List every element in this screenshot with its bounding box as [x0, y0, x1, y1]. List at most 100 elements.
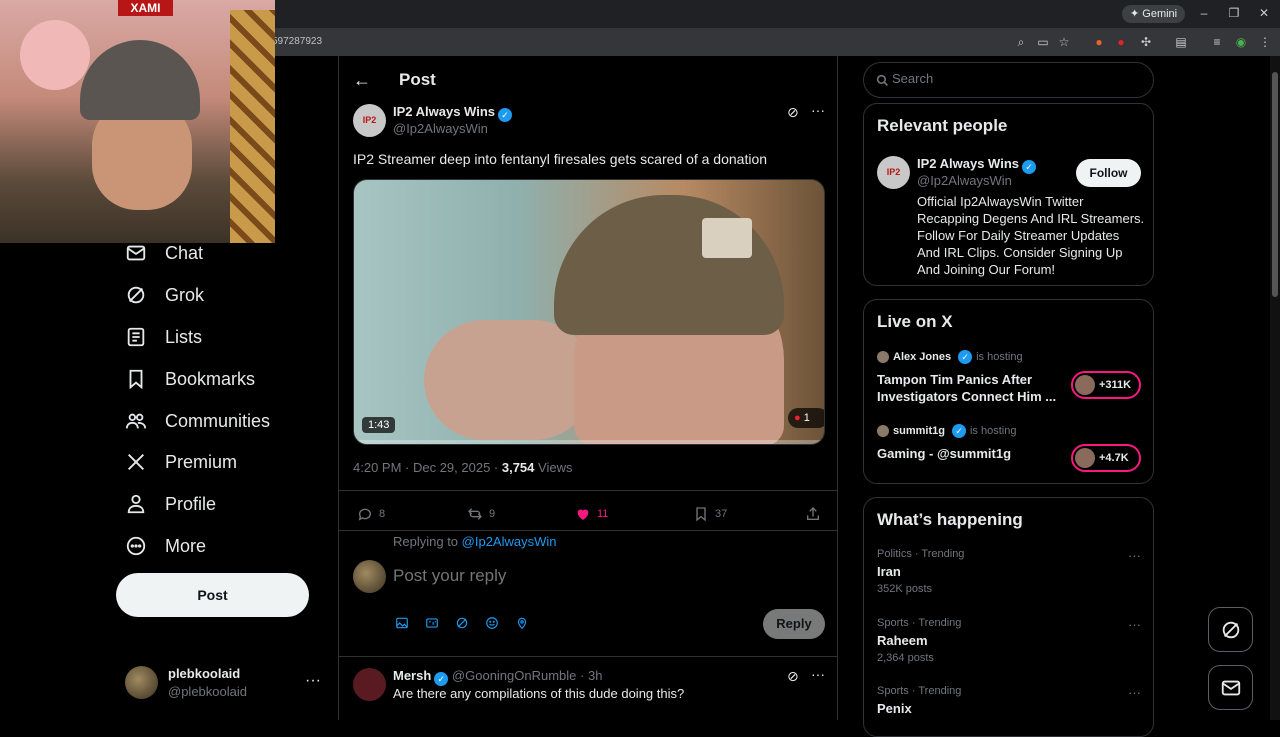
messages-fab[interactable] — [1208, 665, 1253, 710]
zoom-icon[interactable]: ⌕ — [1014, 35, 1028, 49]
divider — [339, 490, 837, 491]
author-avatar[interactable]: IP2 — [353, 104, 386, 137]
live-listener-pill[interactable]: +4.7K — [1071, 444, 1141, 472]
nav-bookmarks[interactable]: Bookmarks — [125, 364, 255, 394]
extension-icon[interactable]: ● — [1114, 35, 1128, 49]
nav-more[interactable]: More — [125, 531, 206, 561]
bookmark-count: 37 — [715, 508, 728, 520]
reply-count: 8 — [379, 508, 386, 520]
more-icon[interactable]: ··· — [1128, 548, 1141, 563]
back-arrow-icon[interactable]: ← — [353, 70, 371, 91]
trend-item[interactable]: Sports · Trending Penix ··· — [877, 685, 1147, 737]
scrollbar[interactable] — [1270, 56, 1280, 720]
grok-icon[interactable]: ⊘ — [787, 668, 799, 685]
live-viewers-badge: ● 1 — [788, 408, 824, 428]
kebab-menu-icon[interactable]: ⋮ — [1258, 35, 1272, 49]
author-handle[interactable]: @Ip2AlwaysWin — [393, 121, 488, 136]
more-icon[interactable]: ··· — [1128, 685, 1141, 700]
avatar[interactable]: IP2 — [877, 156, 910, 189]
reply-action[interactable]: 8 — [357, 503, 385, 525]
share-action[interactable] — [805, 503, 821, 525]
nav-premium[interactable]: Premium — [125, 447, 237, 477]
gemini-button[interactable]: ✦ Gemini — [1122, 5, 1186, 23]
comment-author-name[interactable]: Mersh — [393, 668, 431, 683]
live-title[interactable]: Tampon Tim Panics After Investigators Co… — [877, 371, 1057, 405]
post-timestamp[interactable]: 4:20 PM · Dec 29, 2025 · — [353, 460, 502, 475]
verified-icon: ✓ — [498, 108, 512, 122]
image-icon[interactable] — [395, 616, 409, 630]
repost-action[interactable]: 9 — [467, 503, 495, 525]
nav-label: Communities — [165, 410, 271, 431]
streamer-beanie — [80, 40, 200, 120]
like-action[interactable]: 11 — [575, 503, 608, 525]
sidepanel-icon[interactable]: ▤ — [1174, 35, 1188, 49]
scrollbar-thumb[interactable] — [1272, 72, 1278, 297]
video-progress-bar[interactable] — [354, 440, 824, 444]
live-host[interactable]: summit1g ✓ is hosting — [877, 424, 1016, 438]
view-count: 3,754 — [501, 460, 535, 475]
search-input[interactable] — [892, 71, 1132, 86]
comment-author[interactable]: Mersh ✓ @GooningOnRumble · 3h — [393, 668, 602, 686]
account-switcher[interactable]: plebkoolaid @plebkoolaid ··· — [125, 664, 325, 700]
live-title[interactable]: Gaming - @summit1g — [877, 445, 1057, 462]
more-icon[interactable]: ··· — [811, 102, 825, 118]
trend-item[interactable]: Sports · Trending Raheem 2,364 posts ··· — [877, 617, 1147, 669]
reply-input[interactable] — [393, 566, 753, 586]
live-listener-pill[interactable]: +311K — [1071, 371, 1141, 399]
grok-fab[interactable] — [1208, 607, 1253, 652]
nav-communities[interactable]: Communities — [125, 406, 270, 436]
replying-to-handle[interactable]: @Ip2AlwaysWin — [462, 534, 557, 549]
live-host[interactable]: Alex Jones ✓ is hosting — [877, 350, 1023, 364]
comment-text: Are there any compilations of this dude … — [393, 686, 685, 701]
card-title: Live on X — [877, 312, 953, 331]
restore-icon[interactable]: ❐ — [1227, 6, 1241, 20]
hosting-label: is hosting — [976, 351, 1023, 363]
verified-icon: ✓ — [1022, 160, 1036, 174]
nav-grok[interactable]: Grok — [125, 280, 204, 310]
trend-topic: Iran — [877, 564, 901, 579]
trend-posts: 352K posts — [877, 583, 933, 595]
grok-icon[interactable] — [455, 616, 469, 630]
avatar[interactable] — [353, 668, 386, 701]
nav-label: More — [165, 535, 207, 556]
nav-profile[interactable]: Profile — [125, 489, 216, 519]
address-bar[interactable]: 597287923 — [272, 36, 322, 47]
author-name[interactable]: IP2 Always Wins — [393, 104, 495, 119]
person-bio: Official Ip2AlwaysWin Twitter Recapping … — [917, 194, 1145, 277]
more-icon[interactable]: ··· — [305, 672, 321, 690]
location-icon[interactable] — [515, 616, 529, 630]
bookmark-action[interactable]: 37 — [693, 503, 727, 525]
listener-count: +4.7K — [1099, 452, 1129, 464]
puzzle-icon[interactable]: ✣ — [1139, 35, 1153, 49]
profile-icon[interactable]: ◉ — [1234, 35, 1248, 49]
extension-icon[interactable]: ● — [1092, 35, 1106, 49]
more-icon[interactable]: ··· — [1128, 617, 1141, 632]
tablist-icon[interactable]: ≡ — [1210, 35, 1224, 49]
close-icon[interactable]: ✕ — [1257, 6, 1271, 20]
author-name-row[interactable]: IP2 Always Wins ✓ — [393, 104, 512, 122]
poster-logo: XAMI — [118, 0, 173, 16]
person-handle[interactable]: @Ip2AlwaysWin — [917, 173, 1012, 188]
video-player[interactable]: 1:43 ● 1 — [353, 179, 825, 445]
card-title: Relevant people — [877, 116, 1008, 135]
person-name[interactable]: IP2 Always Wins — [917, 156, 1019, 171]
trend-item[interactable]: Politics · Trending Iran 352K posts ··· — [877, 548, 1147, 600]
emoji-icon[interactable] — [485, 616, 499, 630]
star-icon[interactable]: ☆ — [1057, 35, 1071, 49]
follow-button[interactable]: Follow — [1076, 159, 1141, 187]
trend-category: Sports · Trending — [877, 685, 962, 697]
search-box[interactable] — [863, 62, 1154, 98]
gif-icon[interactable] — [425, 616, 439, 630]
person-name-row[interactable]: IP2 Always Wins ✓ — [917, 156, 1036, 174]
nav-lists[interactable]: Lists — [125, 322, 202, 352]
grok-icon[interactable]: ⊘ — [787, 104, 799, 121]
verified-icon: ✓ — [434, 672, 449, 686]
compose-post-button[interactable]: Post — [116, 573, 309, 617]
minimize-icon[interactable]: – — [1197, 6, 1211, 20]
video-duration: 1:43 — [362, 417, 396, 433]
reply-button[interactable]: Reply — [763, 609, 825, 639]
cast-icon[interactable]: ▭ — [1036, 35, 1050, 49]
avatar — [877, 351, 889, 363]
mail-icon — [1221, 680, 1240, 695]
more-icon[interactable]: ··· — [811, 666, 825, 682]
